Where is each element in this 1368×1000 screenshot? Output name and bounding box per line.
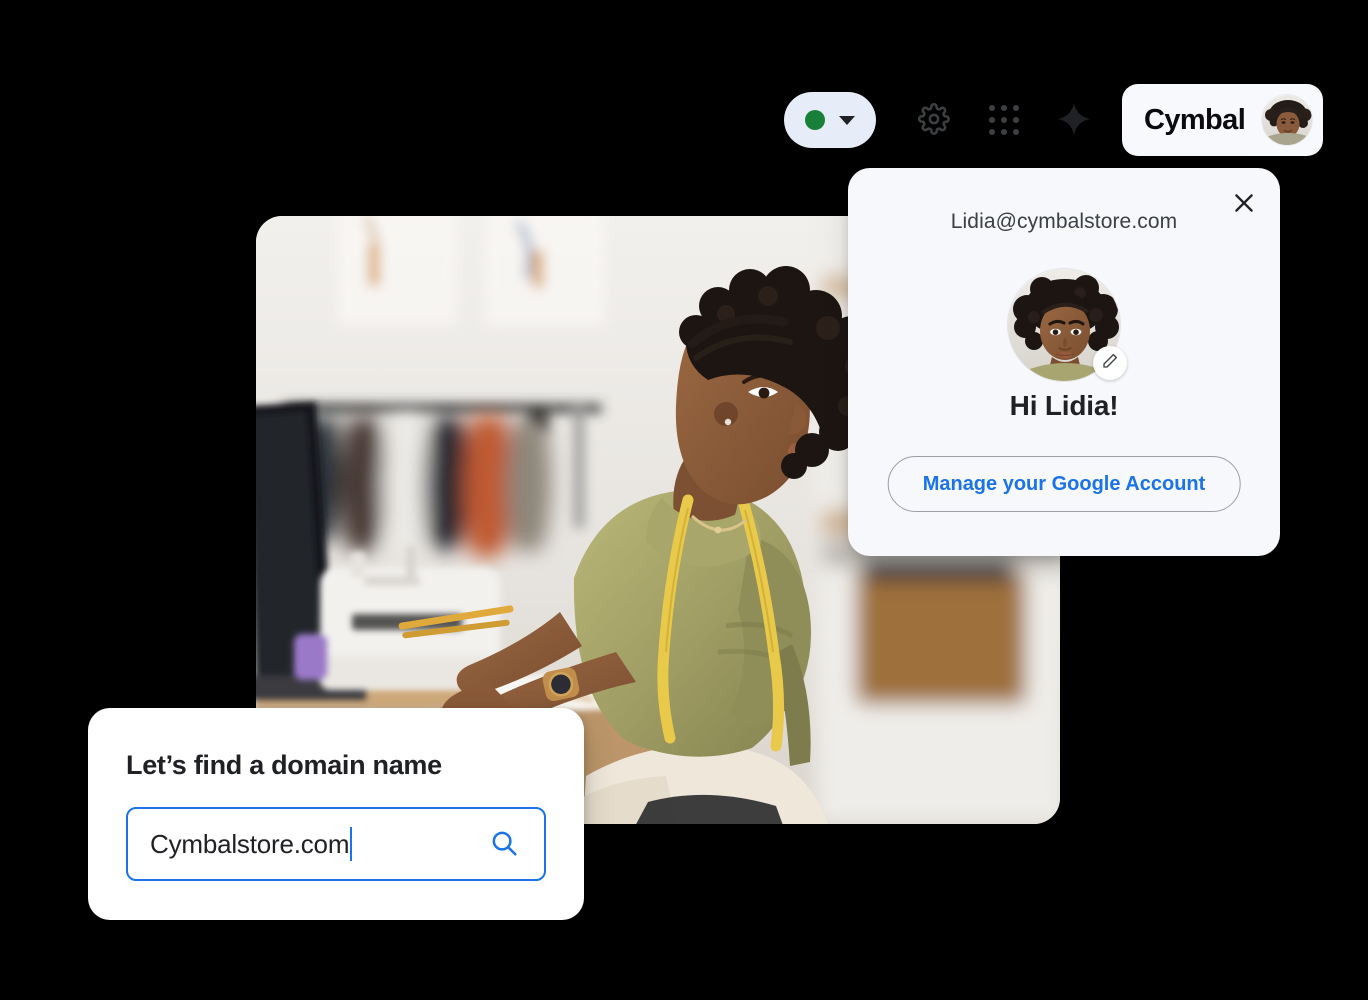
search-button[interactable] [486, 826, 522, 862]
pencil-icon [1101, 352, 1119, 375]
brand-account-chip[interactable]: Cymbal [1122, 84, 1324, 156]
domain-search-card: Let’s find a domain name Cymbalstore.com [88, 708, 584, 920]
domain-search-field[interactable]: Cymbalstore.com [126, 807, 546, 881]
search-icon [489, 828, 519, 861]
edit-avatar-button[interactable] [1093, 346, 1127, 380]
domain-search-value: Cymbalstore.com [150, 828, 350, 859]
apps-launcher-button[interactable] [976, 92, 1032, 148]
apps-grid-icon [989, 105, 1019, 135]
account-email: Lidia@cymbalstore.com [950, 210, 1178, 233]
greeting-text: Hi Lidia! [1009, 390, 1119, 421]
avatar [1261, 94, 1314, 146]
manage-google-account-button[interactable]: Manage your Google Account [887, 456, 1241, 512]
domain-card-title: Let’s find a domain name [126, 750, 442, 780]
gear-icon [918, 102, 950, 138]
top-toolbar: Cymbal [784, 84, 1324, 156]
account-avatar-wrapper [1007, 268, 1127, 382]
chevron-down-icon [839, 115, 855, 125]
domain-search-input[interactable]: Cymbalstore.com [150, 827, 486, 861]
settings-button[interactable] [906, 92, 962, 148]
brand-wordmark: Cymbal [1144, 103, 1246, 136]
assistant-button[interactable] [1046, 92, 1102, 148]
page-root: Cymbal Lidia@cymbalstore.com Hi Lidia! M… [0, 0, 1368, 1000]
google-account-popup: Lidia@cymbalstore.com Hi Lidia! Manage y… [848, 168, 1280, 556]
status-pill[interactable] [784, 92, 876, 148]
text-caret [350, 827, 353, 861]
sparkle-icon [1056, 101, 1092, 140]
status-dot-icon [805, 110, 825, 130]
